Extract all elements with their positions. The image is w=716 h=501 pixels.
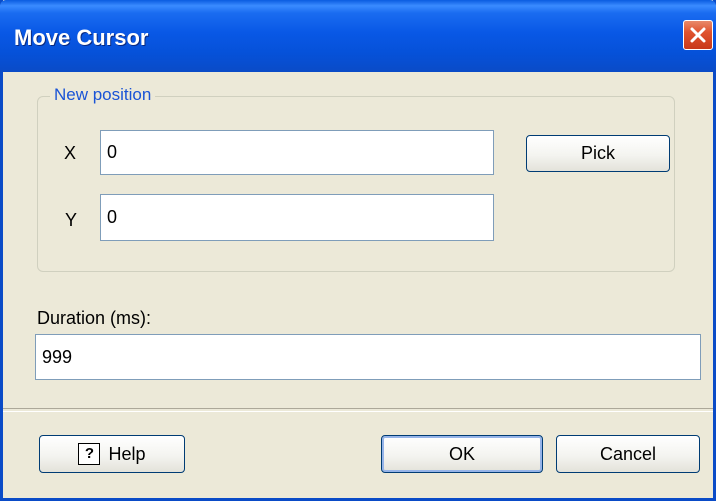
pick-button[interactable]: Pick bbox=[526, 135, 670, 172]
help-icon: ? bbox=[78, 443, 101, 465]
close-button[interactable] bbox=[683, 20, 713, 50]
duration-label: Duration (ms): bbox=[37, 308, 152, 328]
help-button[interactable]: ? Help bbox=[39, 435, 185, 473]
ok-button-label: OK bbox=[448, 443, 475, 464]
pick-button-label: Pick bbox=[580, 143, 615, 163]
new-position-legend: New position bbox=[50, 85, 156, 105]
new-position-group: New position X Pick Y bbox=[37, 85, 675, 272]
move-cursor-dialog: Move Cursor New position X Pick Y Durati… bbox=[0, 0, 716, 501]
title-bar[interactable]: Move Cursor bbox=[0, 0, 716, 72]
y-label: Y bbox=[65, 210, 78, 230]
y-input[interactable] bbox=[100, 194, 494, 241]
help-button-label: Help bbox=[108, 443, 146, 464]
window-title: Move Cursor bbox=[14, 25, 149, 50]
x-label: X bbox=[64, 143, 77, 163]
cancel-button-label: Cancel bbox=[599, 443, 657, 464]
x-input[interactable] bbox=[100, 130, 494, 175]
ok-button[interactable]: OK bbox=[381, 435, 543, 473]
cancel-button[interactable]: Cancel bbox=[556, 435, 700, 473]
duration-input[interactable] bbox=[35, 334, 701, 380]
footer-divider bbox=[3, 408, 713, 412]
dialog-content: New position X Pick Y Duration (ms): ? H… bbox=[3, 72, 713, 498]
close-icon bbox=[690, 27, 706, 43]
